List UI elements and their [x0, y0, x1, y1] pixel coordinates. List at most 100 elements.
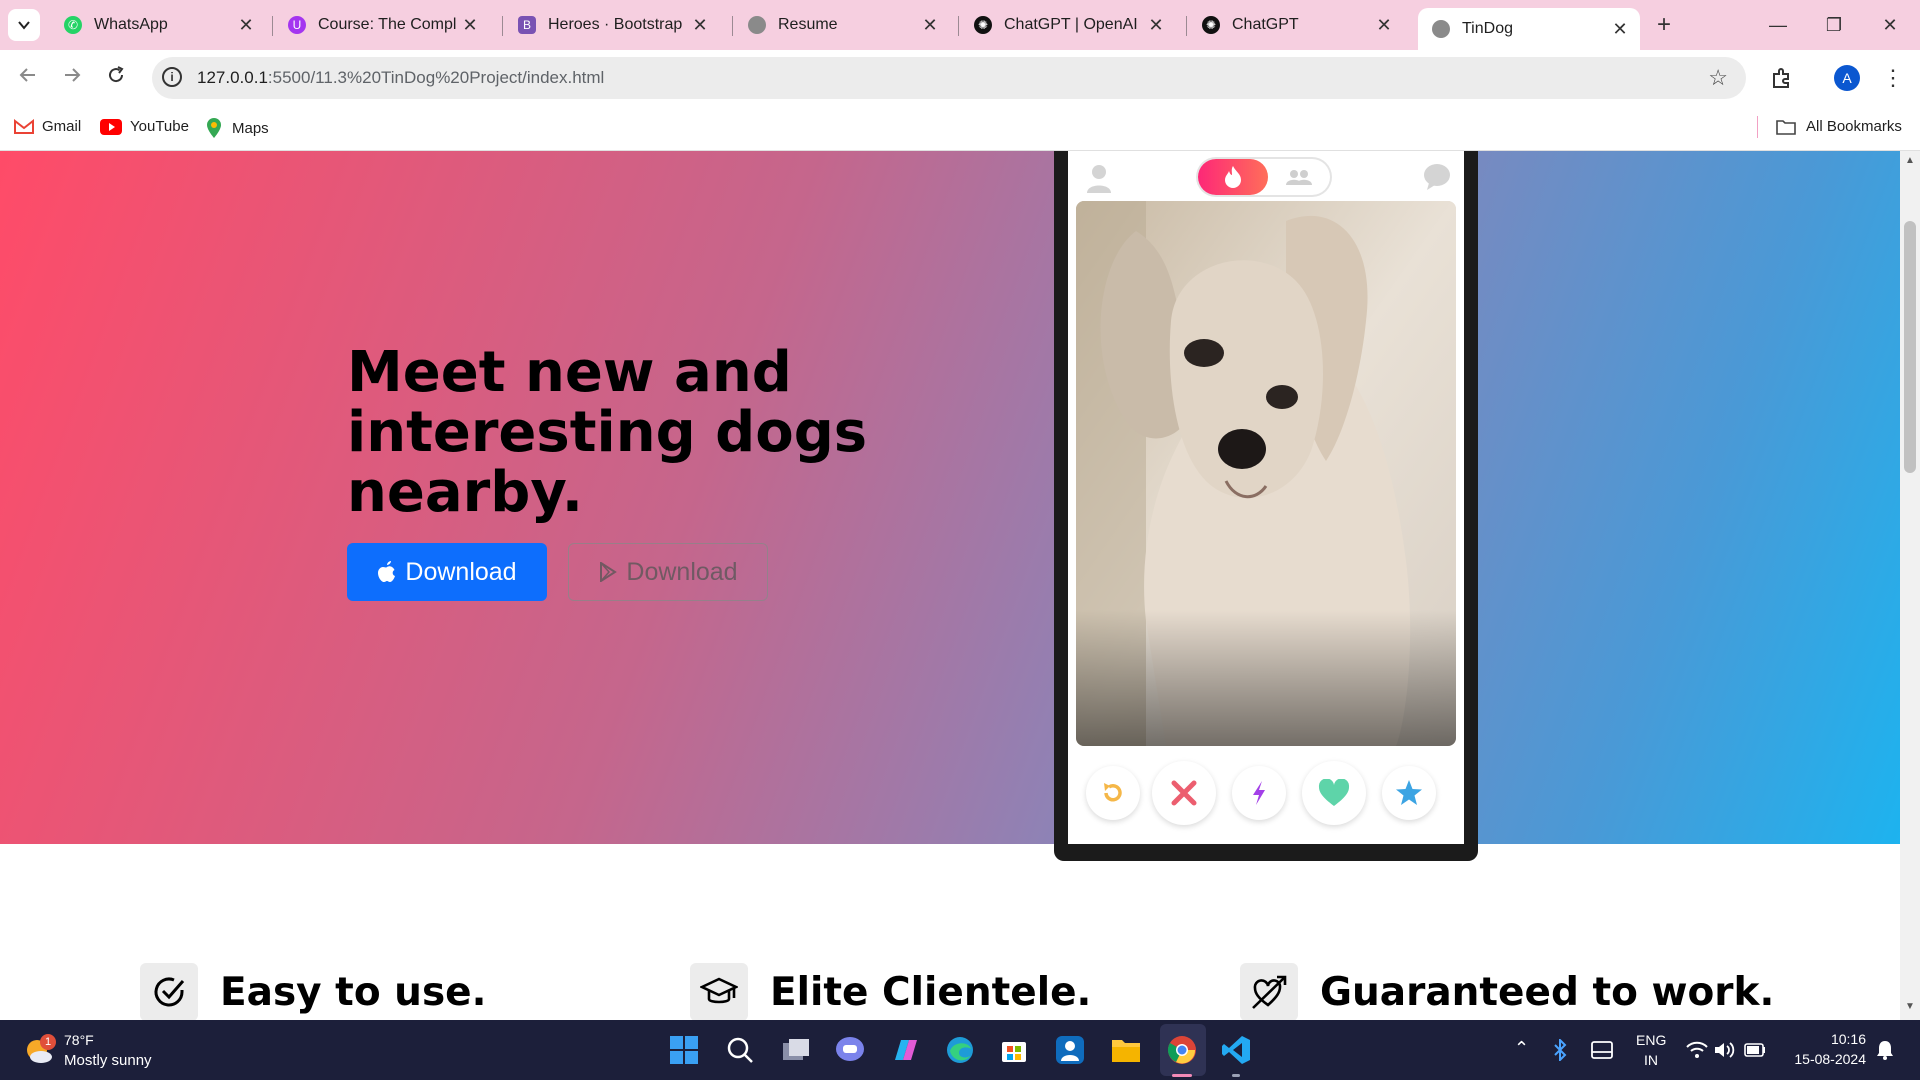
- edge-app[interactable]: [944, 1034, 976, 1066]
- close-icon[interactable]: ✕: [1370, 15, 1398, 36]
- weather-temp: 78°F: [64, 1032, 94, 1048]
- tab-chatgpt[interactable]: ✺ ChatGPT ✕: [1188, 8, 1404, 42]
- chat-icon: [1424, 164, 1450, 190]
- tab-resume[interactable]: Resume ✕: [734, 8, 950, 42]
- teams-app[interactable]: [834, 1034, 866, 1066]
- star-icon[interactable]: ☆: [1708, 65, 1728, 91]
- hero-section: Meet new and interesting dogs nearby. Do…: [0, 151, 1900, 861]
- vscode-app[interactable]: [1220, 1034, 1252, 1066]
- search-icon: [727, 1037, 753, 1063]
- volume-icon[interactable]: [1712, 1034, 1738, 1066]
- lightning-icon: [1253, 781, 1265, 805]
- udemy-icon: U: [288, 16, 306, 34]
- flame-icon: [1225, 166, 1241, 188]
- reload-button[interactable]: [100, 62, 132, 94]
- chrome-app[interactable]: [1166, 1034, 1198, 1066]
- tab-title: Heroes · Bootstrap v5: [548, 16, 686, 33]
- tab-strip: ✆ WhatsApp ✕ U Course: The Complet ✕ B H…: [0, 0, 1920, 50]
- tab-search-button[interactable]: [8, 9, 40, 41]
- close-icon[interactable]: ✕: [456, 15, 484, 36]
- close-icon[interactable]: ✕: [232, 15, 260, 36]
- close-window-button[interactable]: ✕: [1862, 8, 1918, 42]
- copilot-icon: [895, 1040, 917, 1060]
- bluetooth-icon[interactable]: [1548, 1034, 1572, 1066]
- search-button[interactable]: [724, 1034, 756, 1066]
- tab-course[interactable]: U Course: The Complet ✕: [274, 8, 490, 42]
- bookmark-label: Gmail: [42, 118, 82, 135]
- page-viewport: Meet new and interesting dogs nearby. Do…: [0, 151, 1900, 1020]
- youtube-icon: [100, 118, 122, 135]
- download-google-play-button[interactable]: Download: [568, 543, 768, 601]
- forward-button[interactable]: [56, 62, 88, 94]
- notification-bell-icon[interactable]: [1872, 1034, 1898, 1066]
- copilot-app[interactable]: [890, 1034, 922, 1066]
- minimize-button[interactable]: —: [1750, 8, 1806, 42]
- graduation-cap-icon: [690, 963, 748, 1020]
- bookmark-label: Maps: [232, 119, 269, 137]
- store-icon: [1002, 1042, 1026, 1062]
- puzzle-icon: [1773, 68, 1789, 88]
- bookmark-youtube[interactable]: YouTube: [100, 118, 189, 135]
- openai-icon: ✺: [974, 16, 992, 34]
- close-icon[interactable]: ✕: [686, 15, 714, 36]
- profile-icon: [1087, 165, 1111, 193]
- gmail-icon: [14, 119, 34, 134]
- chevron-down-icon: [18, 21, 30, 30]
- download-apple-button[interactable]: Download: [347, 543, 547, 601]
- folder-icon: [1112, 1040, 1140, 1062]
- wifi-icon[interactable]: [1684, 1034, 1710, 1066]
- heart-icon: [1318, 779, 1350, 806]
- bookmark-maps[interactable]: Maps: [206, 118, 269, 138]
- language-indicator[interactable]: ENG IN: [1636, 1030, 1666, 1070]
- rewind-button: [1086, 766, 1140, 820]
- download-google-label: Download: [626, 557, 738, 586]
- phone-screen: [1068, 151, 1464, 844]
- site-info-icon[interactable]: i: [162, 67, 182, 87]
- battery-icon[interactable]: [1742, 1034, 1768, 1066]
- bookmark-gmail[interactable]: Gmail: [14, 118, 81, 135]
- folder-icon: [1776, 119, 1796, 135]
- profile-avatar[interactable]: A: [1834, 65, 1860, 91]
- touch-keyboard-icon[interactable]: [1588, 1034, 1616, 1066]
- close-icon[interactable]: ✕: [916, 15, 944, 36]
- file-explorer-app[interactable]: [1110, 1034, 1142, 1066]
- task-view-button[interactable]: [780, 1034, 812, 1066]
- back-button[interactable]: [12, 62, 44, 94]
- tab-chatgpt-openai[interactable]: ✺ ChatGPT | OpenAI ✕: [960, 8, 1176, 42]
- weather-widget[interactable]: 1 78°F Mostly sunny: [24, 1028, 224, 1072]
- chrome-active-indicator: [1172, 1074, 1192, 1077]
- scroll-down-arrow[interactable]: ▼: [1905, 1001, 1915, 1012]
- globe-icon: [1432, 20, 1450, 38]
- play-store-icon: [600, 562, 618, 582]
- scroll-up-arrow[interactable]: ▲: [1905, 155, 1915, 166]
- rewind-icon: [1104, 783, 1122, 802]
- vscode-running-indicator: [1232, 1074, 1240, 1077]
- store-app[interactable]: [998, 1034, 1030, 1066]
- person-icon: [1056, 1036, 1084, 1064]
- scrollbar-thumb[interactable]: [1904, 221, 1916, 473]
- tab-title: Course: The Complet: [318, 16, 456, 33]
- tab-bootstrap[interactable]: B Heroes · Bootstrap v5 ✕: [504, 8, 720, 42]
- tab-tindog[interactable]: TinDog ✕: [1418, 8, 1640, 50]
- clock[interactable]: 10:16 15-08-2024: [1786, 1029, 1866, 1069]
- menu-kebab-icon[interactable]: ⋮: [1882, 62, 1904, 94]
- restore-button[interactable]: ❐: [1806, 8, 1862, 42]
- start-button[interactable]: [668, 1034, 700, 1066]
- new-tab-button[interactable]: +: [1648, 10, 1680, 40]
- onedrive-app[interactable]: [1054, 1034, 1086, 1066]
- task-view-icon: [783, 1039, 809, 1060]
- tray-overflow-icon[interactable]: ⌃: [1514, 1038, 1529, 1059]
- boost-button: [1232, 766, 1286, 820]
- feature-title: Easy to use.: [220, 969, 487, 1015]
- extensions-button[interactable]: [1766, 62, 1798, 94]
- dog-photo: [1076, 201, 1456, 746]
- address-bar[interactable]: i 127.0.0.1:5500/11.3%20TinDog%20Project…: [152, 57, 1746, 99]
- chrome-icon: [1167, 1036, 1196, 1064]
- tab-whatsapp[interactable]: ✆ WhatsApp ✕: [50, 8, 266, 42]
- all-bookmarks-button[interactable]: All Bookmarks: [1776, 118, 1902, 135]
- tab-title: Resume: [778, 16, 838, 33]
- page-scrollbar[interactable]: ▲ ▼: [1900, 151, 1920, 1020]
- close-icon[interactable]: ✕: [1606, 19, 1634, 40]
- url-text[interactable]: 127.0.0.1:5500/11.3%20TinDog%20Project/i…: [197, 68, 604, 88]
- close-icon[interactable]: ✕: [1142, 15, 1170, 36]
